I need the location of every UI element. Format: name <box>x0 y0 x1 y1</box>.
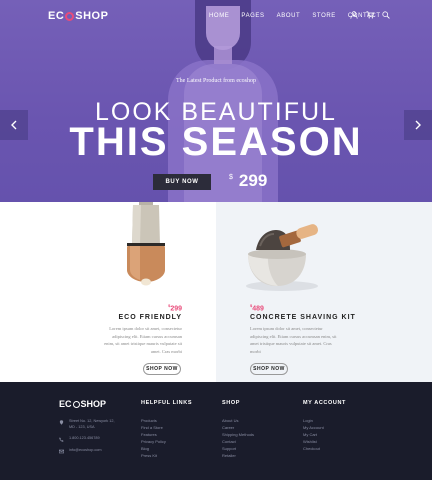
product-title[interactable]: ECO FRIENDLY <box>119 314 182 321</box>
phone-icon <box>59 437 64 442</box>
footer-link[interactable]: My Account <box>303 424 346 431</box>
map-pin-icon <box>59 420 64 425</box>
logo-suffix: SHOP <box>75 10 109 22</box>
product-description: Lorem ipsum dolor sit amet, consectetur … <box>250 326 337 354</box>
footer-phone[interactable]: 1.800.123.456789 <box>69 436 100 442</box>
hero-heading-line2: THIS SEASON <box>69 120 363 164</box>
footer-link[interactable]: Support <box>222 445 254 452</box>
footer-link[interactable]: Shipping Methods <box>222 431 254 438</box>
product-price: $489 <box>250 303 264 313</box>
footer-link[interactable]: Privacy Policy <box>141 438 192 445</box>
header-icons <box>350 11 390 19</box>
footer-contact: Street No. 12, Newyork 12, MD - 123, USA… <box>59 419 115 460</box>
footer-link[interactable]: My Cart <box>303 431 346 438</box>
shop-now-button[interactable]: SHOP NOW <box>250 363 288 375</box>
footer-link[interactable]: Blog <box>141 445 192 452</box>
search-icon[interactable] <box>382 11 390 19</box>
hero-tagline: The Latest Product from ecoshop <box>176 78 256 84</box>
footer-link[interactable]: Features <box>141 431 192 438</box>
footer-link[interactable]: Contact <box>222 438 254 445</box>
logo-o-mark <box>65 11 75 21</box>
site-footer: EC SHOP Street No. 12, Newyork 12, MD - 1… <box>0 382 432 480</box>
cart-icon[interactable] <box>366 11 374 19</box>
nav-home[interactable]: HOME <box>209 13 229 19</box>
user-icon[interactable] <box>350 11 358 19</box>
footer-logo-suffix: SHOP <box>80 399 107 409</box>
footer-link[interactable]: Wishlist <box>303 438 346 445</box>
footer-link[interactable]: Retailer <box>222 452 254 459</box>
footer-logo[interactable]: EC SHOP <box>59 399 106 409</box>
footer-address: Street No. 12, Newyork 12, MD - 123, USA <box>69 419 115 429</box>
footer-column-title: SHOP <box>222 400 240 406</box>
footer-link[interactable]: Login <box>303 417 346 424</box>
hero-price: $ 299 <box>229 171 267 191</box>
footer-logo-o-mark <box>72 400 80 408</box>
product-card-shaving-kit: $489 CONCRETE SHAVING KIT Lorem ipsum do… <box>216 202 432 382</box>
shaving-kit-image[interactable] <box>236 216 328 292</box>
footer-my-account: MY ACCOUNT Login My Account My Cart Wish… <box>303 400 346 452</box>
product-price: $299 <box>168 303 182 313</box>
footer-link[interactable]: Products <box>141 417 192 424</box>
nav-store[interactable]: STORE <box>312 13 336 19</box>
footer-link[interactable]: Find a Store <box>141 424 192 431</box>
footer-link[interactable]: About Us <box>222 417 254 424</box>
mail-icon <box>59 449 64 454</box>
footer-shop: SHOP About Us Career Shipping Methods Co… <box>222 400 254 459</box>
footer-link[interactable]: Career <box>222 424 254 431</box>
footer-helpful-links: HELPFUL LINKS Products Find a Store Feat… <box>141 400 192 459</box>
footer-column-title: MY ACCOUNT <box>303 400 346 406</box>
footer-email[interactable]: info@ecoshop.com <box>69 448 102 454</box>
footer-logo-prefix: EC <box>59 399 72 409</box>
logo-prefix: EC <box>48 10 65 22</box>
shop-now-button[interactable]: SHOP NOW <box>143 363 181 375</box>
nav-pages[interactable]: PAGES <box>241 13 264 19</box>
pendant-lamp-image[interactable] <box>111 202 181 288</box>
product-title[interactable]: CONCRETE SHAVING KIT <box>250 314 356 321</box>
product-card-eco-friendly: $299 ECO FRIENDLY Lorem ipsum dolor sit … <box>0 202 216 382</box>
hero-slider: EC SHOP HOME PAGES ABOUT STORE CONTACT Th… <box>0 0 432 202</box>
nav-about[interactable]: ABOUT <box>277 13 301 19</box>
hero-price-amount: 299 <box>238 171 268 190</box>
logo[interactable]: EC SHOP <box>48 10 108 22</box>
buy-now-button[interactable]: BUY NOW <box>153 174 211 190</box>
product-description: Lorem ipsum dolor sit amet, consectetur … <box>104 326 182 354</box>
footer-link[interactable]: Press Kit <box>141 452 192 459</box>
footer-link[interactable]: Checkout <box>303 445 346 452</box>
footer-column-title: HELPFUL LINKS <box>141 400 193 406</box>
hero-price-currency: $ <box>229 174 233 181</box>
